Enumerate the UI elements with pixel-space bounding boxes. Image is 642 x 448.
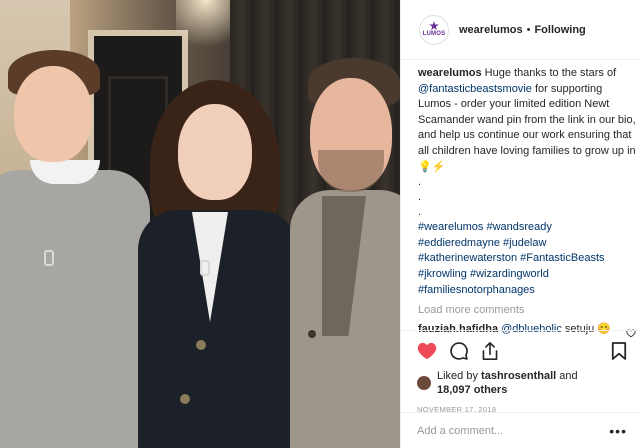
caption-emojis: 💡⚡ <box>418 160 446 173</box>
action-icons <box>417 337 627 365</box>
wand-pin <box>44 250 54 266</box>
hashtag-link[interactable]: #wearelumos <box>418 221 483 233</box>
hashtag-link[interactable]: #wizardingworld <box>470 268 549 280</box>
comment-bubble-icon[interactable] <box>449 341 469 361</box>
follow-status-button[interactable]: Following <box>534 24 585 36</box>
add-comment-input[interactable]: Add a comment... <box>417 425 609 437</box>
hashtag-link[interactable]: #eddieredmayne <box>418 237 500 249</box>
liked-by-and: and <box>559 370 578 382</box>
post-photo[interactable] <box>0 0 400 448</box>
liked-by-prefix: Liked by <box>437 370 478 382</box>
hashtag-link[interactable]: #familiesnotorphanages <box>418 284 535 296</box>
comments-section: wearelumos Huge thanks to the stars of @… <box>418 66 636 338</box>
bookmark-icon[interactable] <box>611 341 627 361</box>
likes-count[interactable]: 18,097 others <box>437 384 507 396</box>
add-comment-bar: Add a comment... ••• <box>401 412 642 448</box>
caption-mention[interactable]: @fantasticbeastsmovie <box>418 83 532 95</box>
header-separator: • <box>526 23 531 36</box>
post-side-panel: LUMOS wearelumos • Following wearelumos … <box>400 0 642 448</box>
hashtag-link[interactable]: #wandsready <box>486 221 551 233</box>
avatar[interactable]: LUMOS <box>419 14 449 45</box>
like-heart-icon[interactable] <box>417 342 437 360</box>
liked-by-user[interactable]: tashrosenthall <box>481 370 556 382</box>
hashtag-link[interactable]: #judelaw <box>503 237 546 249</box>
post-actions: Liked by tashrosenthall and 18,097 other… <box>401 330 642 414</box>
hashtag-link[interactable]: #jkrowling <box>418 268 467 280</box>
more-options-icon[interactable]: ••• <box>609 423 627 439</box>
load-more-comments-button[interactable]: Load more comments <box>418 302 636 318</box>
hashtag-link[interactable]: #katherinewaterston <box>418 252 517 264</box>
lamp-glow <box>176 0 236 60</box>
caption-dots: . . . <box>418 176 422 219</box>
caption-username[interactable]: wearelumos <box>418 67 482 79</box>
star-icon <box>429 21 439 31</box>
avatar-logo-text: LUMOS <box>422 31 446 37</box>
likes-summary: Liked by tashrosenthall and 18,097 other… <box>417 369 627 397</box>
header-username[interactable]: wearelumos <box>459 24 523 36</box>
liker-avatar[interactable] <box>417 376 431 390</box>
caption: wearelumos Huge thanks to the stars of @… <box>418 66 636 298</box>
caption-hashtags: #wearelumos #wandsready #eddieredmayne #… <box>418 220 636 298</box>
hashtag-link[interactable]: #FantasticBeasts <box>520 252 604 264</box>
caption-text-1: Huge thanks to the stars of <box>484 67 617 79</box>
share-icon[interactable] <box>481 341 499 361</box>
post-header: LUMOS wearelumos • Following <box>401 0 642 60</box>
wand-pin <box>200 260 210 276</box>
instagram-post: LUMOS wearelumos • Following wearelumos … <box>0 0 642 448</box>
